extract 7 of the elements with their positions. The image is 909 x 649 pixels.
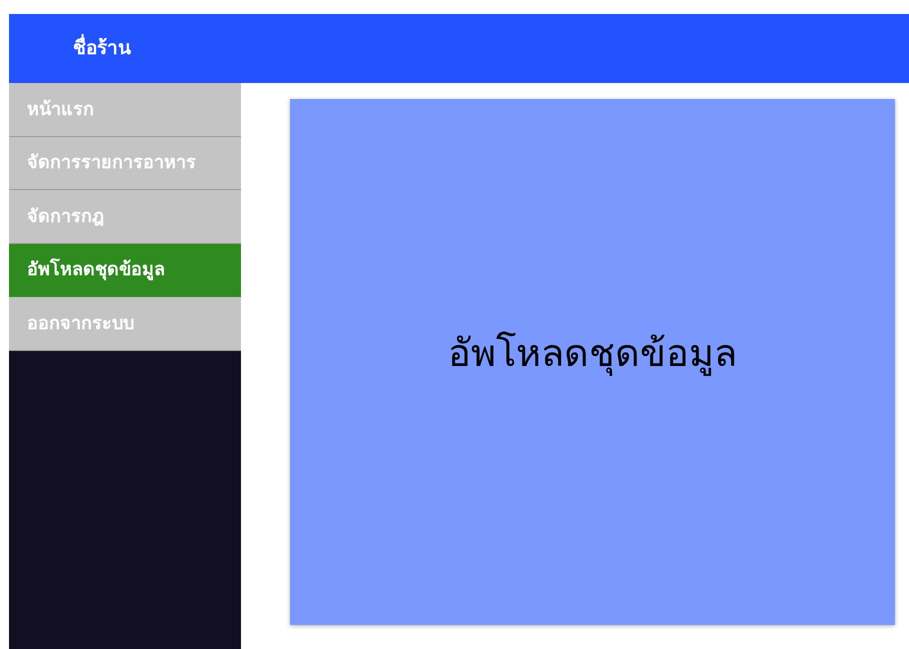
sidebar-item[interactable]: หน้าแรก — [9, 83, 241, 136]
shop-name: ชื่อร้าน — [73, 34, 131, 63]
sidebar-item[interactable]: อัพโหลดชุดข้อมูล — [9, 244, 241, 297]
sidebar-item[interactable]: ออกจากระบบ — [9, 297, 241, 350]
sidebar-item[interactable]: จัดการรายการอาหาร — [9, 136, 241, 190]
sidebar-item[interactable]: จัดการกฎ — [9, 190, 241, 244]
page-heading: อัพโหลดชุดข้อมูล — [448, 330, 737, 378]
